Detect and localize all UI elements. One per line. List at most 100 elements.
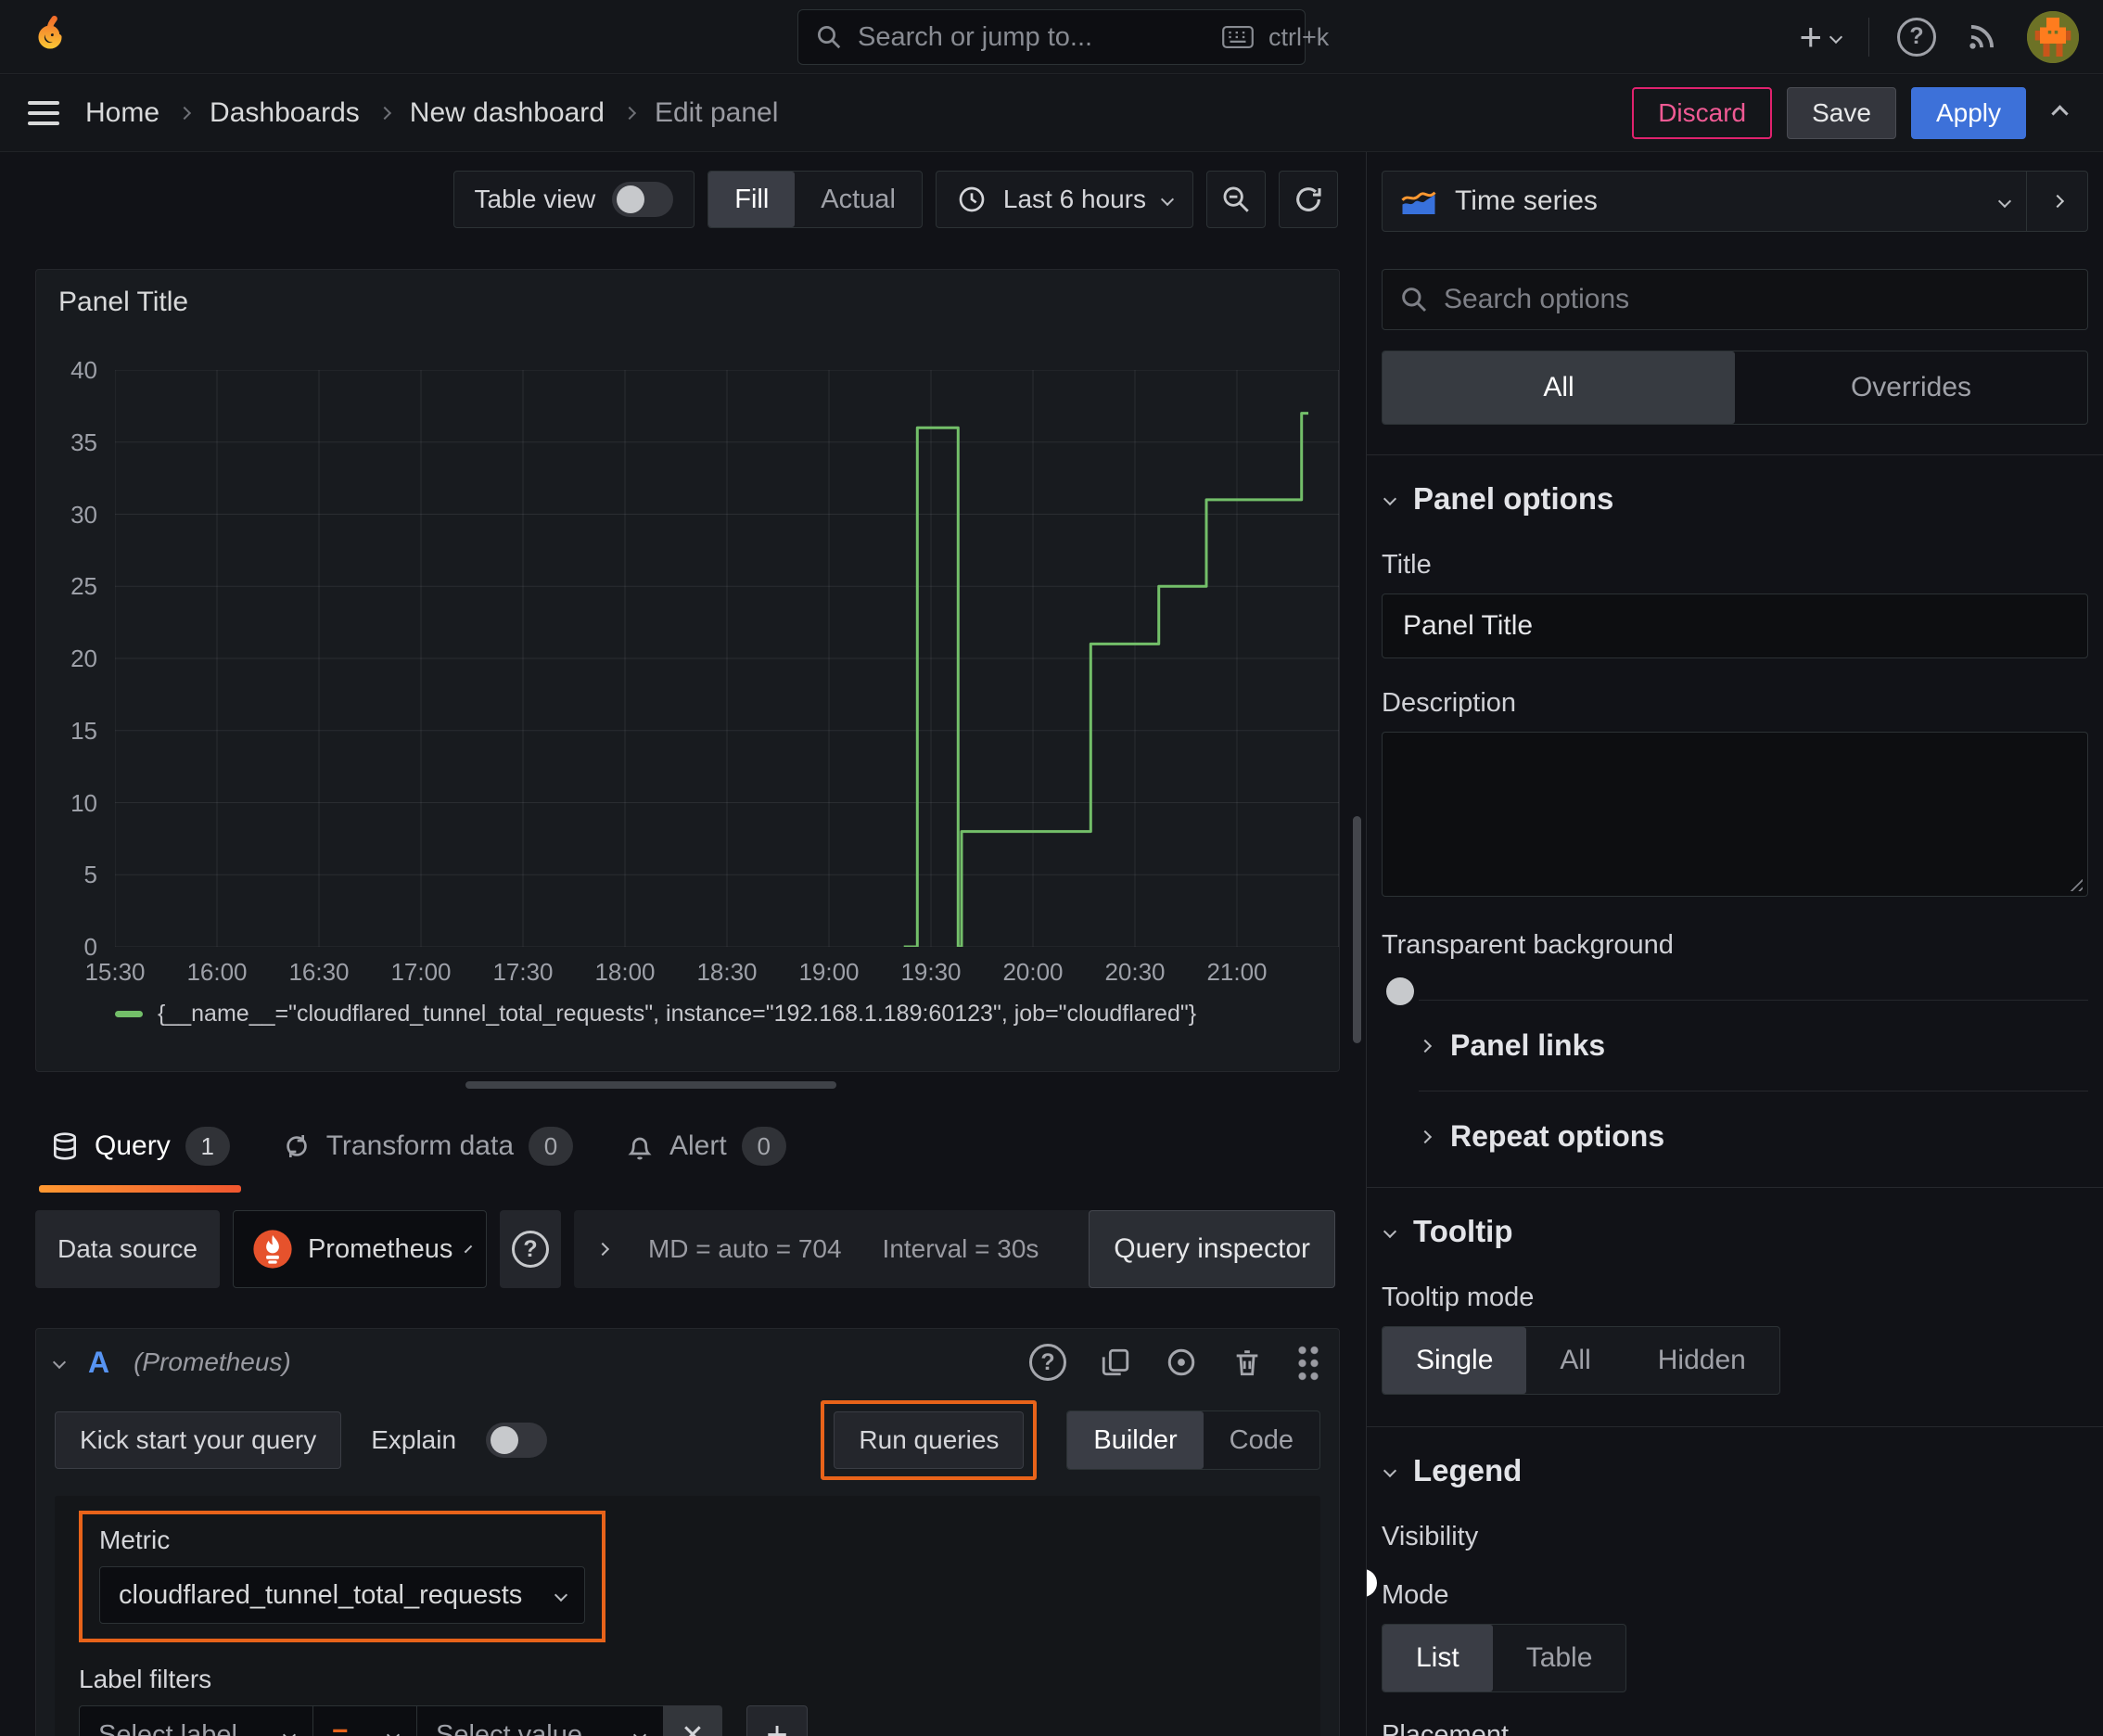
time-range-picker[interactable]: Last 6 hours (935, 171, 1193, 228)
add-menu-button[interactable]: + (1799, 14, 1843, 59)
help-icon[interactable]: ? (1897, 17, 1936, 57)
chart-area[interactable] (115, 370, 1339, 947)
tab-transform-label: Transform data (325, 1130, 514, 1161)
legend-mode-table[interactable]: Table (1493, 1625, 1626, 1691)
viz-type-select[interactable]: Time series (1383, 172, 2026, 231)
tooltip-header[interactable]: Tooltip (1382, 1188, 2088, 1275)
pane-resize-handle[interactable] (465, 1081, 836, 1089)
save-button[interactable]: Save (1787, 87, 1896, 139)
remove-filter-button[interactable]: ✕ (663, 1705, 722, 1736)
editor-tabs: Query 1 Transform data 0 Alert 0 (39, 1113, 786, 1193)
tab-query-label: Query (95, 1130, 171, 1161)
tab-all[interactable]: All (1383, 351, 1735, 424)
search-icon (815, 23, 843, 51)
viz-type-value: Time series (1455, 185, 1598, 216)
tab-query[interactable]: Query 1 (39, 1113, 241, 1193)
collapse-options-button[interactable] (2026, 172, 2087, 231)
transform-icon (282, 1131, 312, 1161)
chevron-right-icon (177, 106, 192, 121)
chevron-down-icon (1383, 1463, 1397, 1478)
title-field-label: Title (1382, 550, 1432, 580)
run-queries-button[interactable]: Run queries (834, 1411, 1025, 1469)
select-value-placeholder: Select value (436, 1719, 582, 1736)
y-axis-labels: 0 5 10 15 20 25 30 35 40 (70, 356, 97, 961)
operator-dropdown[interactable]: = (312, 1705, 416, 1736)
add-filter-button[interactable]: + (746, 1705, 808, 1736)
user-avatar[interactable] (2027, 10, 2079, 63)
tooltip-mode-all[interactable]: All (1526, 1327, 1624, 1394)
metric-select[interactable]: cloudflared_tunnel_total_requests (99, 1566, 585, 1624)
options-sidebar: Time series All Overrides Panel options … (1366, 152, 2103, 1736)
global-search[interactable]: ctrl+k (797, 9, 1329, 65)
query-inspector-button[interactable]: Query inspector (1089, 1210, 1335, 1288)
chart-legend[interactable]: {__name__="cloudflared_tunnel_total_requ… (115, 1001, 1196, 1028)
apply-button[interactable]: Apply (1910, 87, 2026, 139)
annotation-highlight-metric: Metric cloudflared_tunnel_total_requests (79, 1511, 605, 1642)
select-label-dropdown[interactable]: Select label (79, 1705, 312, 1736)
breadcrumb-dashboards[interactable]: Dashboards (210, 97, 360, 129)
select-value-dropdown[interactable]: Select value (416, 1705, 663, 1736)
panel-links-label: Panel links (1450, 1028, 1606, 1062)
code-option[interactable]: Code (1204, 1411, 1319, 1469)
legend-mode-list[interactable]: List (1383, 1625, 1493, 1691)
chevron-down-icon (1383, 1224, 1397, 1239)
repeat-options-row[interactable]: Repeat options (1382, 1091, 2088, 1181)
edit-pane: Table view Fill Actual Last 6 hours Pane… (0, 152, 1366, 1736)
prometheus-icon (252, 1229, 293, 1270)
tab-alert-label: Alert (669, 1130, 727, 1161)
query-header-row[interactable]: A (Prometheus) ? (52, 1336, 1320, 1388)
viz-toolbar: Table view Fill Actual Last 6 hours (452, 171, 1338, 228)
breadcrumb-home[interactable]: Home (85, 97, 159, 129)
panel-preview[interactable]: Panel Title 0 5 10 15 20 25 30 35 40 15:30 16:00 1… (35, 269, 1340, 1072)
database-icon (50, 1131, 80, 1161)
query-datasource-hint: (Prometheus) (134, 1347, 291, 1376)
hide-query-eye-icon[interactable] (1165, 1346, 1198, 1379)
panel-links-row[interactable]: Panel links (1382, 1001, 2088, 1091)
clock-icon (957, 185, 987, 214)
explain-toggle[interactable] (486, 1423, 548, 1458)
interval-stat: Interval = 30s (882, 1234, 1039, 1263)
duplicate-query-icon[interactable] (1100, 1347, 1131, 1378)
fill-option[interactable]: Fill (708, 172, 796, 227)
metric-label: Metric (99, 1525, 171, 1554)
discard-button[interactable]: Discard (1632, 87, 1773, 139)
query-ref-id: A (88, 1345, 110, 1379)
description-textarea[interactable] (1382, 732, 2088, 897)
collapse-up-icon[interactable] (2051, 104, 2069, 122)
datasource-picker[interactable]: Prometheus (232, 1210, 487, 1288)
datasource-help-button[interactable]: ? (499, 1210, 561, 1288)
bell-icon (625, 1131, 655, 1161)
tooltip-mode-single[interactable]: Single (1383, 1327, 1527, 1394)
kick-start-query-button[interactable]: Kick start your query (55, 1411, 342, 1469)
legend-header[interactable]: Legend (1382, 1427, 2088, 1514)
tab-alert[interactable]: Alert 0 (625, 1113, 786, 1180)
refresh-button[interactable] (1279, 171, 1338, 228)
plus-icon: + (1799, 14, 1822, 58)
options-search-input[interactable] (1444, 284, 2071, 315)
tooltip-title: Tooltip (1413, 1214, 1513, 1248)
drag-handle-icon[interactable] (1296, 1344, 1320, 1381)
label-filter-row: Select label = Select value ✕ + (79, 1705, 1296, 1736)
scrollbar-thumb[interactable] (1353, 816, 1361, 1043)
breadcrumb-new-dashboard[interactable]: New dashboard (410, 97, 605, 129)
options-search[interactable] (1382, 269, 2088, 330)
grafana-logo[interactable] (24, 11, 76, 63)
actual-option[interactable]: Actual (795, 172, 922, 227)
divider (1868, 17, 1869, 57)
tab-overrides[interactable]: Overrides (1735, 351, 2087, 424)
timeseries-chart-icon (1399, 182, 1438, 221)
annotation-highlight-run-queries: Run queries (821, 1400, 1038, 1480)
tooltip-mode-hidden[interactable]: Hidden (1625, 1327, 1779, 1394)
collapse-query-icon[interactable] (52, 1355, 67, 1370)
tab-transform[interactable]: Transform data 0 (282, 1113, 573, 1180)
builder-option[interactable]: Builder (1067, 1411, 1204, 1469)
delete-query-trash-icon[interactable] (1231, 1347, 1263, 1378)
panel-options-header[interactable]: Panel options (1382, 455, 2088, 542)
panel-title-input[interactable] (1382, 594, 2088, 658)
menu-icon[interactable] (28, 101, 59, 125)
table-view-toggle[interactable] (612, 182, 674, 217)
news-rss-icon[interactable] (1964, 19, 1999, 55)
query-help-icon[interactable]: ? (1029, 1344, 1066, 1381)
global-search-input[interactable] (858, 21, 1207, 53)
zoom-out-button[interactable] (1206, 171, 1266, 228)
